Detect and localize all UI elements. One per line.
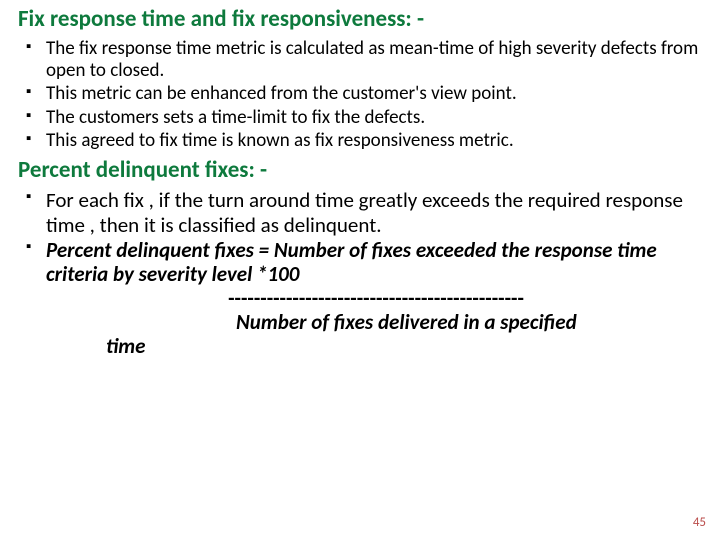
page-number: 45: [693, 515, 706, 530]
formula-tail: time: [106, 334, 706, 359]
formula-item: Percent delinquent fixes = Number of fix…: [46, 238, 706, 359]
formula-divider: ----------------------------------------…: [46, 287, 706, 310]
list-item: This agreed to fix time is known as fix …: [46, 130, 706, 152]
bullets-section2: For each fix , if the turn around time g…: [8, 188, 712, 359]
formula-lead: Percent delinquent fixes =: [46, 237, 274, 263]
list-item: For each fix , if the turn around time g…: [46, 188, 706, 237]
formula-denominator: Number of fixes delivered in a specified: [236, 310, 706, 334]
slide: Fix response time and fix responsiveness…: [0, 0, 720, 540]
formula-star: *100: [257, 261, 299, 287]
heading-percent-delinquent: Percent delinquent fixes: -: [18, 157, 712, 185]
list-item: The fix response time metric is calculat…: [46, 38, 706, 83]
bullets-section1: The fix response time metric is calculat…: [8, 38, 712, 153]
heading-fix-response: Fix response time and fix responsiveness…: [18, 6, 712, 34]
list-item: The customers sets a time-limit to fix t…: [46, 107, 706, 129]
list-item: This metric can be enhanced from the cus…: [46, 83, 706, 105]
